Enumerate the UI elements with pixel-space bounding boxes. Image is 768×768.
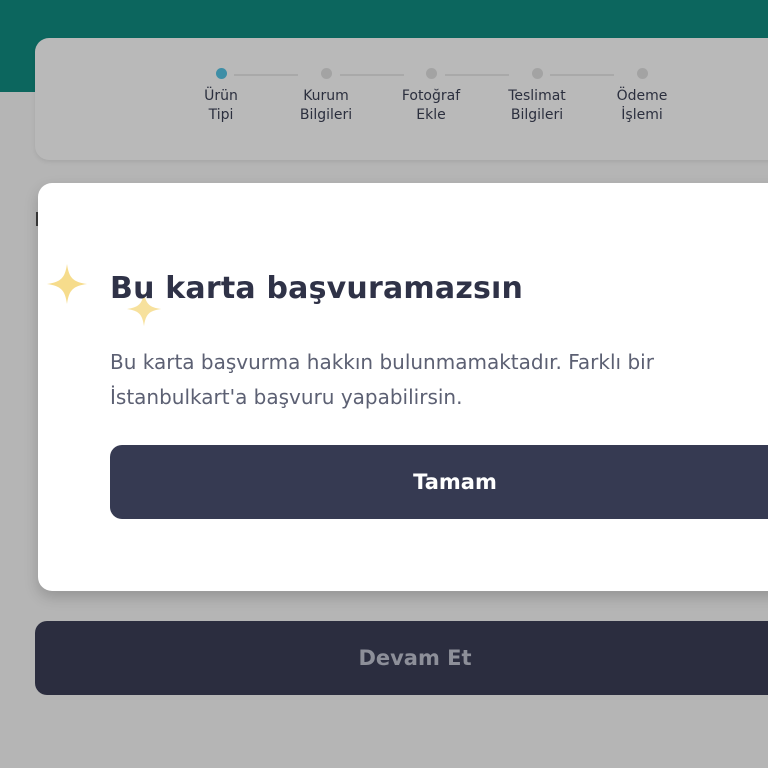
step-dot-active-icon xyxy=(215,68,227,79)
error-dialog: Bu karta başvuramazsın Bu karta başvurma… xyxy=(38,183,768,591)
sparkle-icon xyxy=(47,264,87,304)
step-dot-icon xyxy=(425,68,437,79)
step-fotograf-ekle[interactable]: Fotoğraf Ekle xyxy=(376,68,486,125)
step-label: Teslimat Bilgileri xyxy=(508,88,566,123)
step-dot-icon xyxy=(531,68,543,79)
step-urun-tipi[interactable]: Ürün Tipi xyxy=(166,68,276,125)
page: Ürün Tipi Kurum Bilgileri Fotoğraf Ekle … xyxy=(0,0,768,768)
step-label: Kurum Bilgileri xyxy=(299,88,353,123)
step-dot-icon xyxy=(320,68,332,79)
step-teslimat-bilgileri[interactable]: Teslimat Bilgileri xyxy=(482,68,592,125)
continue-button[interactable]: Devam Et xyxy=(35,621,768,695)
dialog-title: Bu karta başvuramazsın xyxy=(110,271,524,306)
step-label: Ödeme İşlemi xyxy=(616,88,668,123)
step-odeme-islemi[interactable]: Ödeme İşlemi xyxy=(587,68,697,125)
step-label: Fotoğraf Ekle xyxy=(401,88,461,123)
step-kurum-bilgileri[interactable]: Kurum Bilgileri xyxy=(271,68,381,125)
step-dot-icon xyxy=(636,68,648,79)
dialog-message: Bu karta başvurma hakkın bulunmamaktadır… xyxy=(110,350,654,409)
step-label: Ürün Tipi xyxy=(204,88,238,123)
ok-button[interactable]: Tamam xyxy=(110,445,768,519)
